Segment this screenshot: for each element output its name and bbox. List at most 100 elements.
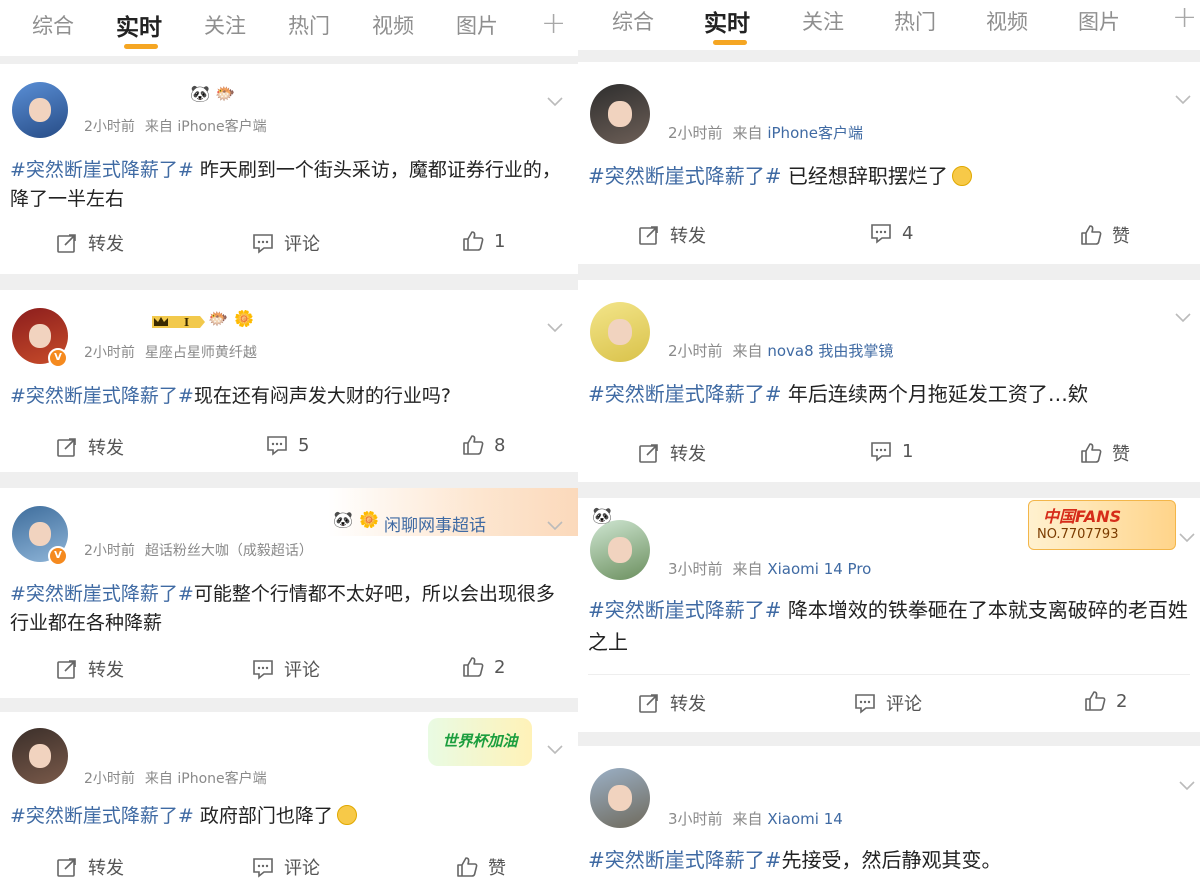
- post-content: #突然断崖式降薪了# 年后连续两个月拖延发工资了…欸: [588, 378, 1188, 410]
- tab-realtime[interactable]: 实时: [116, 8, 162, 42]
- post-card[interactable]: V I 🐡 🌼 2小时前 星座占星师黄纤越 #突然断崖式降薪了#现在还有闷声发大财…: [0, 290, 578, 472]
- tab-following[interactable]: 关注: [802, 6, 844, 36]
- comment-button[interactable]: 评论: [252, 854, 320, 880]
- like-button[interactable]: 赞: [1080, 440, 1130, 466]
- like-button[interactable]: 8: [462, 434, 505, 456]
- comment-button[interactable]: 评论: [252, 230, 320, 256]
- tab-images[interactable]: 图片: [1078, 6, 1120, 36]
- post-text: 先接受，然后静观其变。: [781, 848, 1002, 872]
- chevron-down-icon[interactable]: [1178, 528, 1196, 546]
- avatar[interactable]: [12, 82, 68, 138]
- chevron-down-icon[interactable]: [546, 92, 564, 110]
- hashtag-link[interactable]: #突然断崖式降薪了#: [10, 583, 194, 605]
- tab-video[interactable]: 视频: [372, 10, 414, 40]
- post-time: 2小时前: [668, 342, 723, 360]
- tab-following[interactable]: 关注: [204, 10, 246, 40]
- avatar[interactable]: [12, 728, 68, 784]
- like-button[interactable]: 2: [462, 656, 505, 678]
- post-source: 星座占星师黄纤越: [144, 345, 257, 361]
- post-content: #突然断崖式降薪了# 已经想辞职摆烂了: [588, 160, 1188, 192]
- comment-button[interactable]: 4: [870, 222, 913, 244]
- post-meta: 2小时前 来自 iPhone客户端: [84, 116, 267, 136]
- super-topic-badge[interactable]: 闲聊网事超话: [384, 511, 486, 536]
- repost-button[interactable]: 转发: [56, 656, 124, 682]
- tab-video[interactable]: 视频: [986, 6, 1028, 36]
- avatar[interactable]: [590, 768, 650, 828]
- panda-emoji-icon: 🐼: [190, 84, 210, 103]
- post-card[interactable]: 3小时前 来自 Xiaomi 14 #突然断崖式降薪了#先接受，然后静观其变。: [578, 746, 1200, 888]
- hashtag-link[interactable]: #突然断崖式降薪了#: [10, 805, 194, 827]
- tab-images[interactable]: 图片: [456, 10, 498, 40]
- avatar[interactable]: [590, 302, 650, 362]
- chevron-down-icon[interactable]: [1178, 776, 1196, 794]
- post-source[interactable]: iPhone客户端: [767, 124, 863, 142]
- action-bar: 转发 评论 赞: [0, 854, 578, 888]
- tab-comprehensive[interactable]: 综合: [32, 10, 74, 40]
- active-tab-indicator: [124, 44, 158, 49]
- repost-button[interactable]: 转发: [638, 440, 706, 466]
- tab-comprehensive[interactable]: 综合: [612, 6, 654, 36]
- post-card[interactable]: V 🐼 🌼 闲聊网事超话 2小时前 超话粉丝大咖（成毅超话） #突然断崖式降薪了#…: [0, 488, 578, 698]
- chevron-down-icon[interactable]: [546, 318, 564, 336]
- right-screenshot: 综合 实时 关注 热门 视频 图片 + 2小时前 来自 iPhone客户端 #突然…: [578, 0, 1200, 888]
- post-meta: 3小时前 来自 Xiaomi 14: [668, 808, 843, 829]
- post-card[interactable]: 2小时前 来自 iPhone客户端 #突然断崖式降薪了# 已经想辞职摆烂了 转发 …: [578, 62, 1200, 264]
- tab-bar: 综合 实时 关注 热门 视频 图片 +: [0, 0, 578, 56]
- chevron-down-icon[interactable]: [546, 516, 564, 534]
- repost-button[interactable]: 转发: [638, 690, 706, 716]
- divider: [588, 674, 1190, 675]
- chevron-down-icon[interactable]: [546, 740, 564, 758]
- repost-button[interactable]: 转发: [56, 854, 124, 880]
- add-tab-icon[interactable]: +: [541, 6, 566, 41]
- hashtag-link[interactable]: #突然断崖式降薪了#: [588, 848, 782, 872]
- verified-badge-icon: V: [48, 348, 68, 368]
- post-meta: 2小时前 超话粉丝大咖（成毅超话）: [84, 540, 313, 560]
- post-card[interactable]: 世界杯加油 2小时前 来自 iPhone客户端 #突然断崖式降薪了# 政府部门也降…: [0, 712, 578, 888]
- hashtag-link[interactable]: #突然断崖式降薪了#: [588, 382, 782, 406]
- post-source[interactable]: nova8 我由我掌镜: [767, 342, 893, 360]
- chevron-down-icon[interactable]: [1174, 90, 1192, 108]
- like-button[interactable]: 赞: [456, 854, 506, 880]
- avatar[interactable]: [590, 520, 650, 580]
- post-source-prefix: 来自: [732, 560, 763, 578]
- like-count: 赞: [1112, 444, 1130, 465]
- post-card[interactable]: 2小时前 来自 nova8 我由我掌镜 #突然断崖式降薪了# 年后连续两个月拖延发…: [578, 280, 1200, 482]
- tab-hot[interactable]: 热门: [894, 6, 936, 36]
- fish-emoji-icon: 🐡: [208, 309, 228, 328]
- avatar[interactable]: [590, 84, 650, 144]
- repost-button[interactable]: 转发: [638, 222, 706, 248]
- add-tab-icon[interactable]: +: [1172, 0, 1197, 35]
- comment-button[interactable]: 评论: [854, 690, 922, 716]
- comment-button[interactable]: 1: [870, 440, 913, 462]
- hashtag-link[interactable]: #突然断崖式降薪了#: [10, 385, 194, 407]
- post-card[interactable]: 🐼 🐡 2小时前 来自 iPhone客户端 #突然断崖式降薪了# 昨天刷到一个街头…: [0, 64, 578, 274]
- like-button[interactable]: 1: [462, 230, 505, 252]
- repost-button[interactable]: 转发: [56, 230, 124, 256]
- post-source[interactable]: Xiaomi 14: [767, 810, 842, 828]
- post-text: 年后连续两个月拖延发工资了…欸: [781, 382, 1088, 406]
- hashtag-link[interactable]: #突然断崖式降薪了#: [588, 164, 782, 188]
- hashtag-link[interactable]: #突然断崖式降薪了#: [10, 159, 194, 181]
- tab-hot[interactable]: 热门: [288, 10, 330, 40]
- post-time: 2小时前: [84, 771, 135, 787]
- post-source: 来自 iPhone客户端: [144, 119, 267, 135]
- repost-button[interactable]: 转发: [56, 434, 124, 460]
- repost-icon: [639, 226, 658, 245]
- like-button[interactable]: 赞: [1080, 222, 1130, 248]
- tab-realtime[interactable]: 实时: [704, 4, 750, 38]
- comment-button[interactable]: 评论: [252, 656, 320, 682]
- fish-emoji-icon: 🐡: [215, 84, 235, 103]
- post-content: #突然断崖式降薪了# 政府部门也降了: [10, 802, 565, 831]
- comment-button[interactable]: 5: [266, 434, 309, 456]
- like-count: 2: [1116, 690, 1128, 712]
- post-card[interactable]: 🐼 中国FANS NO.7707793 3小时前 来自 Xiaomi 14 Pro…: [578, 498, 1200, 732]
- chevron-down-icon[interactable]: [1174, 308, 1192, 326]
- comment-icon: [871, 224, 891, 244]
- hashtag-link[interactable]: #突然断崖式降薪了#: [588, 598, 782, 622]
- like-button[interactable]: 2: [1084, 690, 1127, 712]
- repost-label: 转发: [670, 444, 706, 465]
- post-source[interactable]: Xiaomi 14 Pro: [767, 560, 871, 578]
- post-text: 已经想辞职摆烂了: [781, 164, 948, 188]
- post-source-prefix: 来自: [732, 124, 763, 142]
- comment-count: 1: [902, 440, 914, 462]
